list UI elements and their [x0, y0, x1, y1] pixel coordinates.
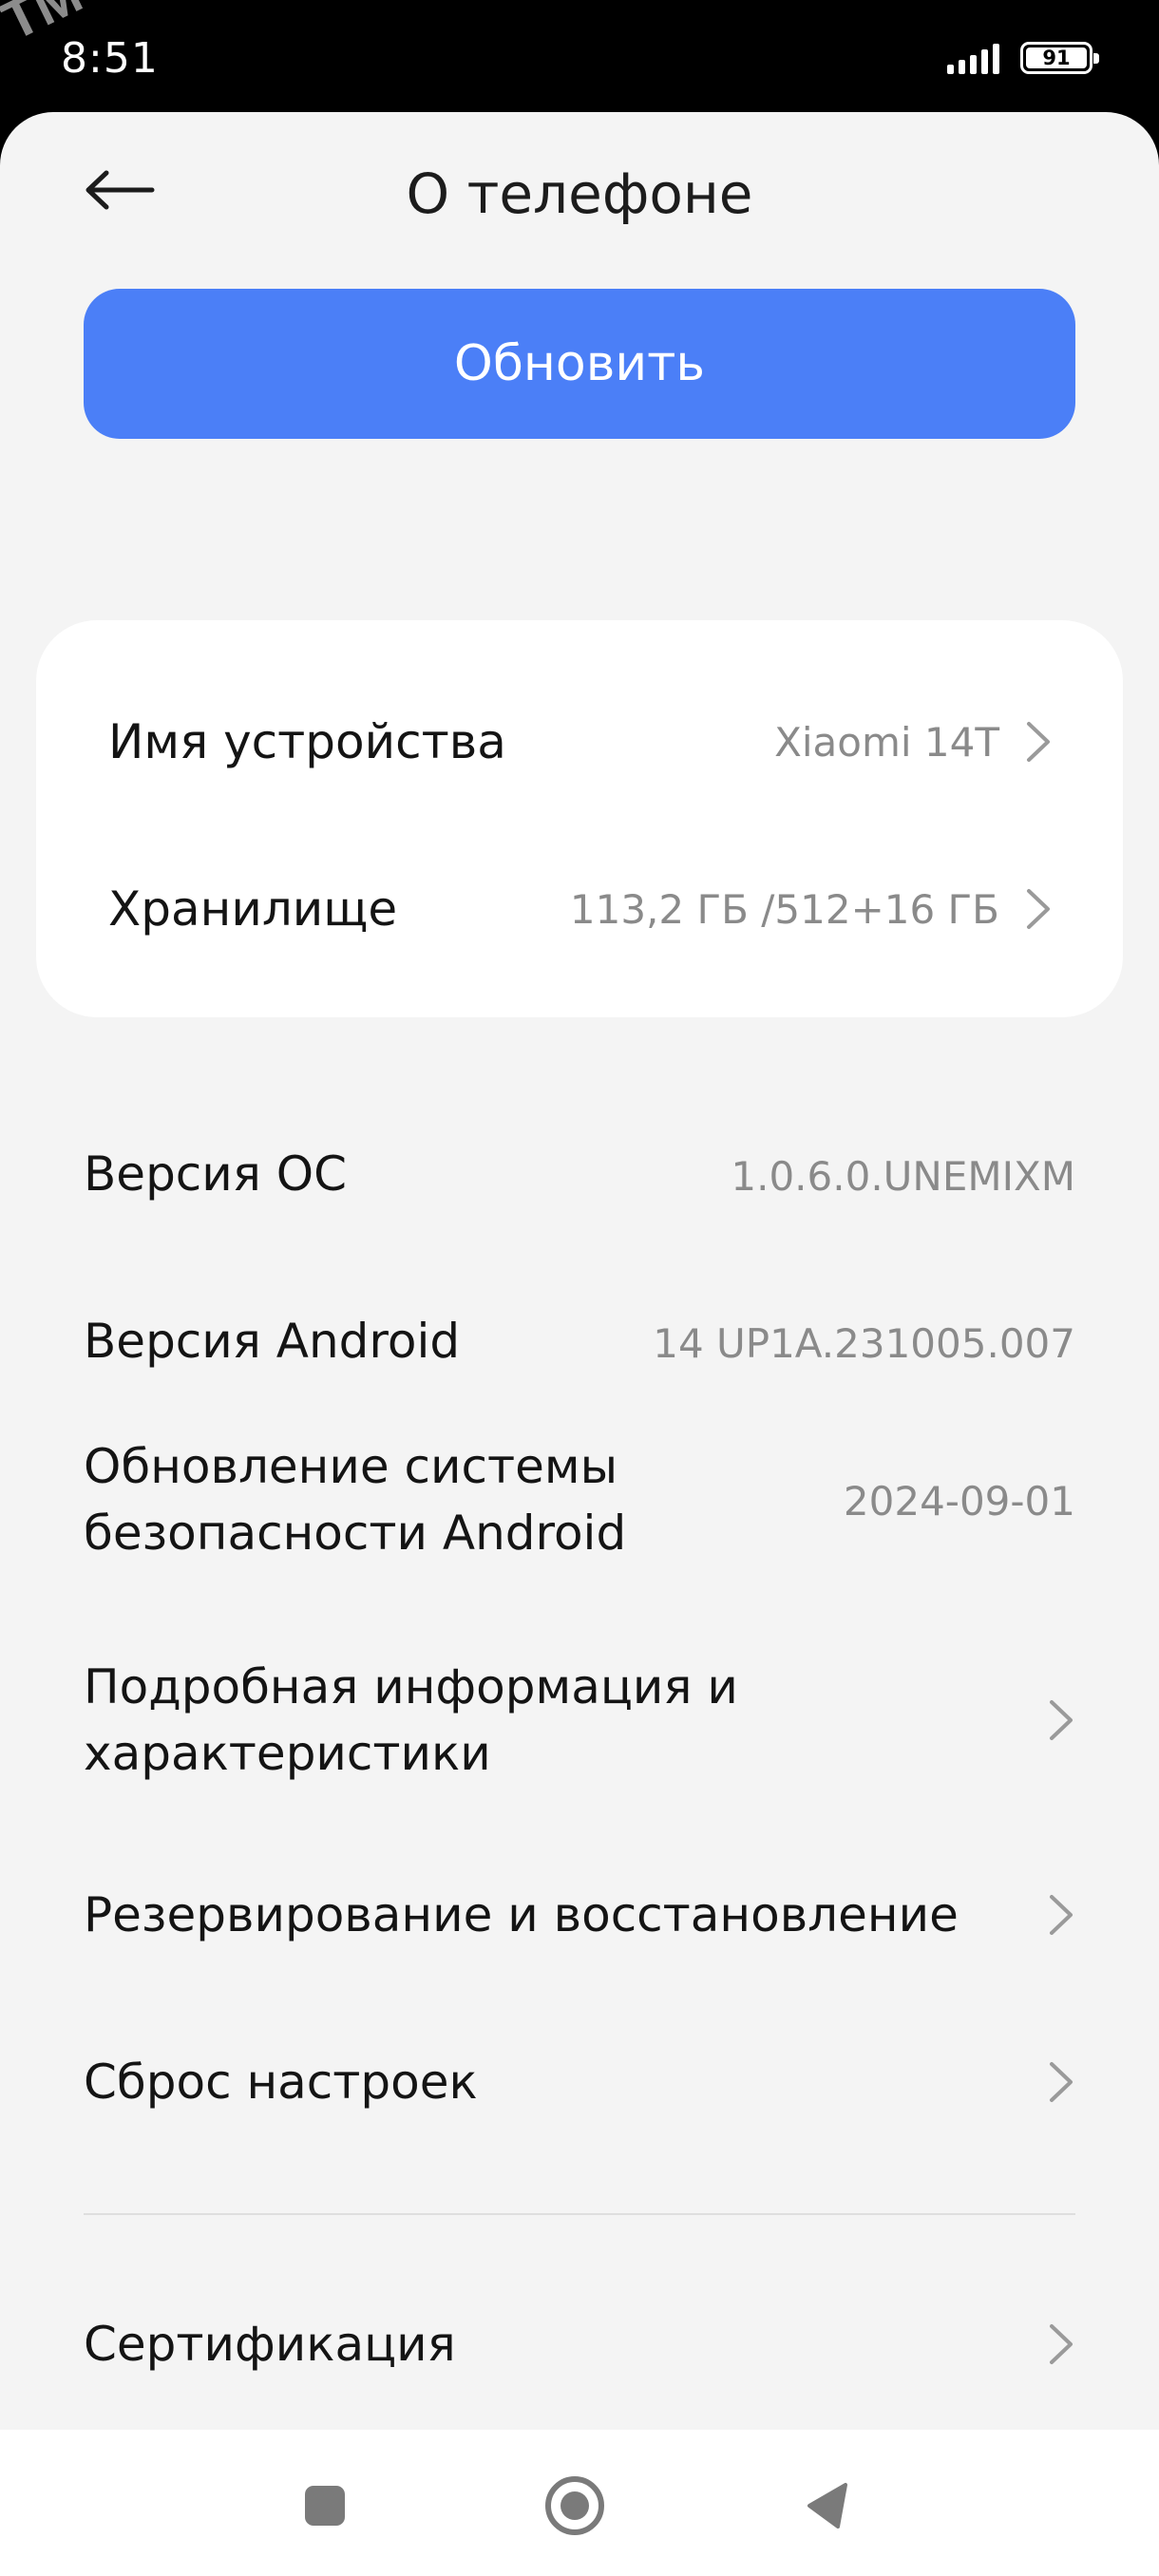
about-phone-screen: О телефоне Обновить Имя устройства Xiaom… — [0, 112, 1159, 2430]
details-label-line2: характеристики — [84, 1726, 491, 1781]
back-nav-button[interactable] — [788, 2468, 864, 2544]
security-update-value: 2024-09-01 — [843, 1478, 1075, 1525]
page-title: О телефоне — [406, 161, 753, 226]
update-button[interactable]: Обновить — [84, 289, 1075, 439]
chevron-right-icon — [1027, 889, 1050, 929]
backup-row[interactable]: Резервирование и восстановление — [0, 1881, 1159, 1949]
backup-label: Резервирование и восстановление — [84, 1887, 959, 1942]
home-button[interactable] — [537, 2468, 613, 2544]
signal-icon — [947, 42, 999, 74]
reset-row[interactable]: Сброс настроек — [0, 2048, 1159, 2116]
security-update-label-line2: безопасности Android — [84, 1506, 627, 1561]
navigation-bar — [0, 2430, 1159, 2576]
android-version-row: Версия Android 14 UP1A.231005.007 — [0, 1307, 1159, 1375]
chevron-right-icon — [1050, 1700, 1073, 1740]
header: О телефоне — [0, 112, 1159, 283]
recents-button[interactable] — [287, 2468, 363, 2544]
status-indicators: 91 — [947, 42, 1099, 74]
battery-level: 91 — [1042, 47, 1071, 69]
device-card: Имя устройства Xiaomi 14T Хранилище 113,… — [36, 620, 1123, 1017]
android-version-label: Версия Android — [84, 1314, 461, 1369]
chevron-right-icon — [1027, 722, 1050, 762]
security-update-label-line1: Обновление системы — [84, 1439, 618, 1494]
battery-icon: 91 — [1020, 42, 1099, 74]
status-time: 8:51 — [61, 34, 159, 83]
chevron-right-icon — [1050, 1895, 1073, 1935]
device-name-label: Имя устройства — [108, 714, 506, 769]
os-version-value: 1.0.6.0.UNEMIXM — [731, 1153, 1075, 1200]
certification-row[interactable]: Сертификация — [0, 2310, 1159, 2378]
security-update-row: Обновление системы безопасности Android … — [0, 1432, 1159, 1569]
chevron-right-icon — [1050, 2324, 1073, 2364]
status-bar: TM 8:51 91 — [0, 0, 1159, 112]
square-icon — [305, 2486, 345, 2526]
chevron-right-icon — [1050, 2062, 1073, 2102]
storage-row[interactable]: Хранилище 113,2 ГБ /512+16 ГБ — [36, 825, 1123, 993]
details-row[interactable]: Подробная информация и характеристики — [0, 1653, 1159, 1790]
os-version-row: Версия ОС 1.0.6.0.UNEMIXM — [0, 1140, 1159, 1208]
device-name-row[interactable]: Имя устройства Xiaomi 14T — [36, 658, 1123, 825]
android-version-value: 14 UP1A.231005.007 — [653, 1320, 1075, 1367]
reset-label: Сброс настроек — [84, 2055, 478, 2110]
storage-value: 113,2 ГБ /512+16 ГБ — [569, 885, 999, 933]
certification-label: Сертификация — [84, 2317, 456, 2372]
device-name-value: Xiaomi 14T — [774, 718, 999, 766]
os-version-label: Версия ОС — [84, 1146, 348, 1202]
details-label-line1: Подробная информация и — [84, 1659, 738, 1714]
circle-icon — [545, 2476, 604, 2535]
divider — [84, 2213, 1075, 2215]
triangle-back-icon — [808, 2483, 847, 2529]
storage-label: Хранилище — [108, 881, 398, 937]
